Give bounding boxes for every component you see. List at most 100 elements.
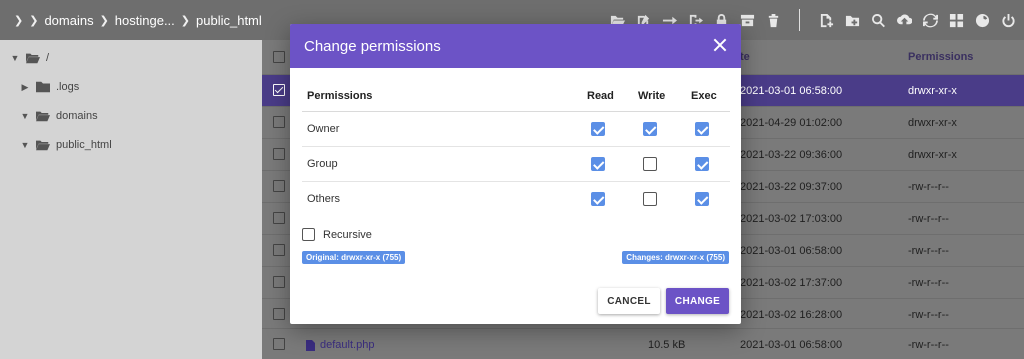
chevron-right-icon: ❯ bbox=[14, 14, 24, 27]
tree-item-label: .logs bbox=[56, 81, 80, 93]
permissions-table: Permissions Read Write Exec Owner Group … bbox=[302, 84, 730, 217]
chevron-down-icon[interactable]: ▼ bbox=[20, 111, 30, 121]
row-checkbox[interactable] bbox=[273, 244, 285, 256]
file-icon bbox=[306, 339, 315, 351]
column-header-date[interactable]: te bbox=[740, 51, 750, 63]
change-button[interactable]: CHANGE bbox=[666, 288, 729, 314]
chevron-down-icon[interactable]: ▼ bbox=[20, 140, 30, 150]
cell-permissions: -rw-r--r-- bbox=[908, 245, 949, 257]
cell-permissions: drwxr-xr-x bbox=[908, 85, 957, 97]
chevron-right-icon: ❯ bbox=[180, 14, 191, 27]
row-checkbox[interactable] bbox=[273, 308, 285, 320]
cell-permissions: drwxr-xr-x bbox=[908, 149, 957, 161]
original-permissions-badge: Original: drwxr-xr-x (755) bbox=[302, 251, 406, 264]
cell-date: 2021-04-29 01:02:00 bbox=[740, 117, 843, 129]
chevron-right-icon[interactable]: ▶ bbox=[20, 82, 30, 93]
cancel-button[interactable]: CANCEL bbox=[598, 288, 660, 314]
file-name: default.php bbox=[320, 339, 375, 351]
dialog-header: Change permissions bbox=[290, 24, 741, 68]
column-header-permissions[interactable]: Permissions bbox=[908, 51, 973, 63]
breadcrumb-item-hostinger[interactable]: hostinge... bbox=[115, 13, 175, 28]
header-exec: Exec bbox=[691, 90, 717, 102]
recursive-label: Recursive bbox=[323, 228, 372, 241]
permission-row-group: Group bbox=[302, 147, 730, 182]
cell-date: 2021-03-02 16:28:00 bbox=[740, 309, 843, 321]
trash-icon[interactable] bbox=[765, 12, 781, 28]
cell-date: 2021-03-22 09:37:00 bbox=[740, 181, 843, 193]
header-read: Read bbox=[587, 90, 614, 102]
cell-date: 2021-03-01 06:58:00 bbox=[740, 245, 843, 257]
grid-view-icon[interactable] bbox=[948, 12, 964, 28]
others-write-checkbox[interactable] bbox=[643, 192, 657, 206]
add-folder-icon[interactable] bbox=[844, 12, 860, 28]
tree-item-domains[interactable]: ▼ domains bbox=[20, 110, 98, 122]
row-checkbox[interactable] bbox=[273, 116, 285, 128]
group-exec-checkbox[interactable] bbox=[695, 157, 709, 171]
row-checkbox[interactable] bbox=[273, 180, 285, 192]
row-checkbox[interactable] bbox=[273, 148, 285, 160]
select-all-checkbox[interactable] bbox=[273, 51, 285, 63]
row-checkbox[interactable] bbox=[273, 212, 285, 224]
dialog-title: Change permissions bbox=[304, 37, 441, 55]
upload-icon[interactable] bbox=[896, 12, 912, 28]
cell-date: 2021-03-01 06:58:00 bbox=[740, 85, 843, 97]
recursive-option[interactable]: Recursive bbox=[302, 228, 372, 241]
close-icon[interactable] bbox=[711, 36, 729, 54]
cell-permissions: -rw-r--r-- bbox=[908, 339, 949, 351]
permission-row-label: Others bbox=[307, 193, 341, 205]
group-read-checkbox[interactable] bbox=[591, 157, 605, 171]
permission-row-label: Group bbox=[307, 158, 338, 170]
toolbar-divider bbox=[799, 9, 800, 31]
refresh-icon[interactable] bbox=[922, 12, 938, 28]
archive-icon[interactable] bbox=[739, 12, 755, 28]
group-write-checkbox[interactable] bbox=[643, 157, 657, 171]
folder-open-icon bbox=[26, 53, 40, 64]
change-permissions-dialog: Change permissions Permissions Read Writ… bbox=[290, 24, 741, 324]
chevron-down-icon[interactable]: ▼ bbox=[10, 53, 20, 63]
add-file-icon[interactable] bbox=[818, 12, 834, 28]
cell-permissions: -rw-r--r-- bbox=[908, 309, 949, 321]
cell-size: 10.5 kB bbox=[648, 339, 686, 351]
recursive-checkbox[interactable] bbox=[302, 228, 315, 241]
breadcrumb-item-domains[interactable]: domains bbox=[44, 13, 93, 28]
permissions-header-row: Permissions Read Write Exec bbox=[302, 84, 730, 112]
row-checkbox[interactable] bbox=[273, 338, 285, 350]
tree-item-root[interactable]: ▼ / bbox=[10, 52, 50, 64]
breadcrumb: ❯ ❯ domains ❯ hostinge... ❯ public_html bbox=[0, 13, 262, 28]
tree-item-logs[interactable]: ▶ .logs bbox=[20, 81, 80, 93]
row-checkbox[interactable] bbox=[273, 276, 285, 288]
row-checkbox[interactable] bbox=[273, 84, 285, 96]
others-exec-checkbox[interactable] bbox=[695, 192, 709, 206]
cell-permissions: drwxr-xr-x bbox=[908, 117, 957, 129]
cell-date: 2021-03-01 06:58:00 bbox=[740, 339, 843, 351]
folder-link-icon bbox=[36, 140, 50, 151]
changes-permissions-badge: Changes: drwxr-xr-x (755) bbox=[622, 251, 729, 264]
header-permissions: Permissions bbox=[307, 90, 373, 102]
chevron-right-icon: ❯ bbox=[99, 14, 109, 27]
permission-row-owner: Owner bbox=[302, 112, 730, 147]
globe-icon[interactable] bbox=[974, 12, 990, 28]
power-icon[interactable] bbox=[1000, 12, 1016, 28]
tree-item-label: domains bbox=[56, 110, 98, 122]
search-icon[interactable] bbox=[870, 12, 886, 28]
folder-open-icon bbox=[36, 111, 50, 122]
owner-write-checkbox[interactable] bbox=[643, 122, 657, 136]
cell-date: 2021-03-02 17:37:00 bbox=[740, 277, 843, 289]
cell-permissions: -rw-r--r-- bbox=[908, 213, 949, 225]
cell-permissions: -rw-r--r-- bbox=[908, 277, 949, 289]
owner-exec-checkbox[interactable] bbox=[695, 122, 709, 136]
owner-read-checkbox[interactable] bbox=[591, 122, 605, 136]
cell-permissions: -rw-r--r-- bbox=[908, 181, 949, 193]
cell-name[interactable]: default.php bbox=[306, 339, 374, 351]
table-row[interactable]: default.php 10.5 kB 2021-03-01 06:58:00 … bbox=[262, 328, 1024, 359]
permission-row-others: Others bbox=[302, 182, 730, 217]
cell-date: 2021-03-22 09:36:00 bbox=[740, 149, 843, 161]
others-read-checkbox[interactable] bbox=[591, 192, 605, 206]
folder-tree: ▼ / ▶ .logs ▼ domains ▼ public_html bbox=[0, 40, 262, 359]
cell-date: 2021-03-02 17:03:00 bbox=[740, 213, 843, 225]
breadcrumb-item-public-html[interactable]: public_html bbox=[196, 13, 262, 28]
tree-item-public-html[interactable]: ▼ public_html bbox=[20, 139, 112, 151]
chevron-right-icon: ❯ bbox=[29, 14, 39, 27]
permission-row-label: Owner bbox=[307, 123, 340, 135]
folder-icon bbox=[36, 81, 50, 93]
